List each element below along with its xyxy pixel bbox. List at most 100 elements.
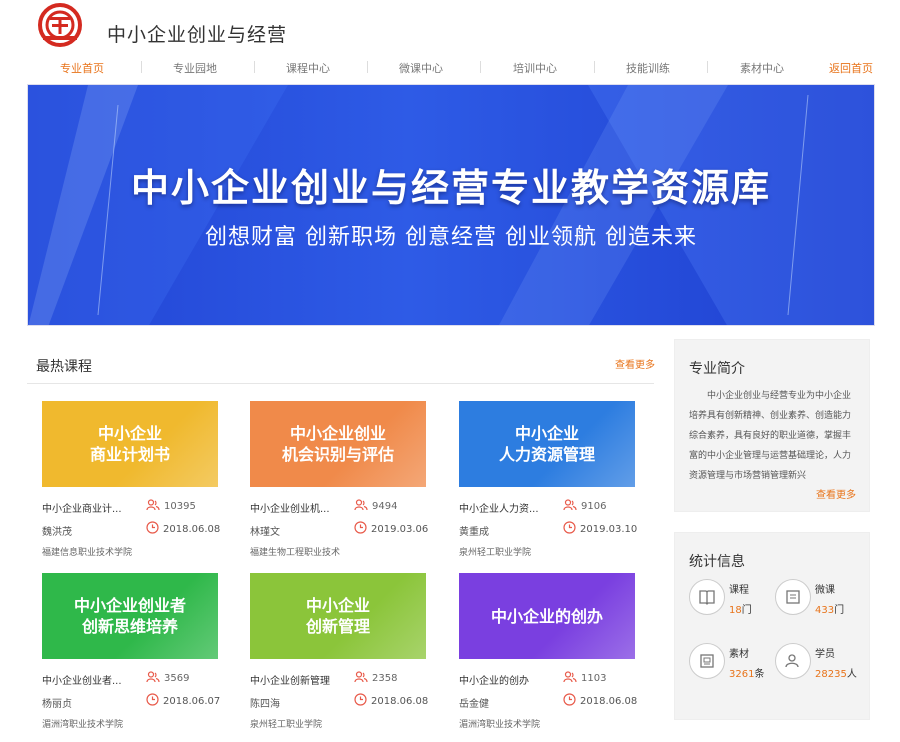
course-name[interactable]: 中小企业创业机...: [250, 500, 330, 515]
divider: [27, 383, 654, 384]
learners-icon: [354, 671, 368, 686]
course-thumbnail[interactable]: 中小企业创业者 创新思维培养: [42, 573, 218, 659]
stat-courses[interactable]: 课程 18门: [689, 579, 779, 627]
nav-item-materials[interactable]: 素材中心: [740, 60, 784, 76]
intro-title: 专业简介: [689, 361, 745, 377]
main-nav: 专业首页 专业园地 课程中心 微课中心 培训中心 技能训练 素材中心 返回首页: [0, 56, 900, 80]
course-thumbnail-title: 中小企业的创办: [490, 606, 603, 626]
stat-microcourses[interactable]: 微课 433门: [775, 579, 865, 627]
stats-title: 统计信息: [689, 554, 745, 570]
page: 中小企业创业与经营 专业首页 专业园地 课程中心 微课中心 培训中心 技能训练 …: [0, 0, 900, 742]
course-thumbnail[interactable]: 中小企业创业 机会识别与评估: [250, 401, 426, 487]
nav-separator: [480, 61, 481, 73]
course-school: 福建生物工程职业技术: [250, 548, 341, 558]
course-school: 福建信息职业技术学院: [42, 548, 133, 558]
nav-separator: [141, 61, 142, 73]
stat-label: 素材: [729, 649, 749, 660]
course-name[interactable]: 中小企业商业计...: [42, 500, 122, 515]
stat-label: 课程: [729, 585, 749, 596]
course-date: 2019.03.06: [354, 521, 428, 537]
intro-panel: 专业简介 中小企业创业与经营专业为中小企业培养具有创新精神、创业素养、创造能力综…: [674, 339, 870, 512]
course-views: 9106: [563, 499, 606, 514]
course-card[interactable]: 中小企业创业 机会识别与评估中小企业创业机... 9494 林瑾文 2019.03.0…: [250, 401, 430, 561]
hot-courses-more-link[interactable]: 查看更多: [615, 356, 655, 371]
views-count: 10395: [164, 501, 196, 512]
course-views: 3569: [146, 671, 189, 686]
course-thumbnail[interactable]: 中小企业 人力资源管理: [459, 401, 635, 487]
course-card[interactable]: 中小企业的创办 中小企业的创办 1103 岳金健 2018.06.08 湄洲湾职业技术学院: [459, 573, 639, 733]
course-views: 10395: [146, 499, 196, 514]
date-text: 2018.06.08: [163, 523, 221, 535]
views-count: 9106: [581, 501, 607, 512]
course-card[interactable]: 中小企业 商业计划书中小企业商业计... 10395 魏洪茂 2018.06.08 福建…: [42, 401, 222, 561]
views-count: 9494: [372, 501, 398, 512]
course-name[interactable]: 中小企业人力资...: [459, 500, 539, 515]
learners-icon: [563, 671, 577, 686]
course-thumbnail[interactable]: 中小企业 商业计划书: [42, 401, 218, 487]
course-card[interactable]: 中小企业 创新管理中小企业创新管理 2358 陈四海 2018.06.08 泉州轻工职业…: [250, 573, 430, 733]
nav-item-training[interactable]: 培训中心: [513, 60, 557, 76]
logo-icon[interactable]: [38, 3, 82, 47]
views-count: 3569: [164, 673, 190, 684]
course-teacher: 岳金健: [459, 699, 489, 710]
course-card[interactable]: 中小企业创业者 创新思维培养中小企业创业者... 3569 杨丽贞 2018.06.0…: [42, 573, 222, 733]
nav-separator: [367, 61, 368, 73]
date-text: 2018.06.07: [163, 695, 221, 707]
views-count: 2358: [372, 673, 398, 684]
stat-label: 微课: [815, 585, 835, 596]
stat-students[interactable]: 学员 28235人: [775, 643, 865, 691]
stat-materials[interactable]: 素材 3261条: [689, 643, 779, 691]
course-thumbnail-title: 中小企业创业 机会识别与评估: [281, 424, 394, 464]
date-text: 2019.03.06: [371, 523, 429, 535]
course-date: 2018.06.08: [354, 693, 428, 709]
stat-value: 3261条: [729, 669, 765, 680]
nav-item-skills[interactable]: 技能训练: [626, 60, 670, 76]
nav-item-courses[interactable]: 课程中心: [286, 60, 330, 76]
nav-item-garden[interactable]: 专业园地: [173, 60, 217, 76]
course-card[interactable]: 中小企业 人力资源管理中小企业人力资... 9106 黄重成 2019.03.10 泉州…: [459, 401, 639, 561]
stat-value: 28235人: [815, 669, 857, 680]
course-name[interactable]: 中小企业创新管理: [250, 672, 330, 687]
course-date: 2018.06.08: [146, 521, 220, 537]
views-count: 1103: [581, 673, 607, 684]
course-date: 2018.06.07: [146, 693, 220, 709]
course-teacher: 陈四海: [250, 699, 280, 710]
nav-separator: [707, 61, 708, 73]
course-teacher: 杨丽贞: [42, 699, 72, 710]
date-text: 2018.06.08: [580, 695, 638, 707]
header: 中小企业创业与经营: [0, 0, 900, 56]
clock-icon: [354, 693, 367, 709]
course-views: 9494: [354, 499, 397, 514]
clock-icon: [354, 521, 367, 537]
course-name[interactable]: 中小企业的创办: [459, 672, 529, 687]
course-thumbnail[interactable]: 中小企业的创办: [459, 573, 635, 659]
course-teacher: 黄重成: [459, 527, 489, 538]
nav-item-microcourses[interactable]: 微课中心: [399, 60, 443, 76]
book-icon: [689, 579, 725, 615]
course-school: 泉州轻工职业学院: [250, 720, 323, 730]
banner-subtitle: 创想财富 创新职场 创意经营 创业领航 创造未来: [205, 225, 697, 250]
picture-icon: [689, 643, 725, 679]
banner[interactable]: 中小企业创业与经营专业教学资源库 创想财富 创新职场 创意经营 创业领航 创造未…: [27, 84, 875, 326]
course-teacher: 林瑾文: [250, 527, 280, 538]
clock-icon: [146, 521, 159, 537]
nav-item-major-home[interactable]: 专业首页: [60, 60, 104, 76]
intro-text: 中小企业创业与经营专业为中小企业培养具有创新精神、创业素养、创造能力综合素养，具…: [689, 391, 852, 481]
clock-icon: [563, 693, 576, 709]
course-date: 2018.06.08: [563, 693, 637, 709]
course-teacher: 魏洪茂: [42, 527, 72, 538]
learners-icon: [146, 671, 160, 686]
course-views: 2358: [354, 671, 397, 686]
intro-more-link[interactable]: 查看更多: [816, 486, 856, 501]
stat-label: 学员: [815, 649, 835, 660]
back-home-link[interactable]: 返回首页: [829, 60, 873, 76]
course-views: 1103: [563, 671, 606, 686]
nav-separator: [594, 61, 595, 73]
screen-icon: [775, 579, 811, 615]
course-school: 湄洲湾职业技术学院: [459, 720, 541, 730]
course-name[interactable]: 中小企业创业者...: [42, 672, 122, 687]
course-date: 2019.03.10: [563, 521, 637, 537]
course-thumbnail-title: 中小企业 创新管理: [305, 596, 370, 636]
course-thumbnail[interactable]: 中小企业 创新管理: [250, 573, 426, 659]
course-school: 泉州轻工职业学院: [459, 548, 532, 558]
